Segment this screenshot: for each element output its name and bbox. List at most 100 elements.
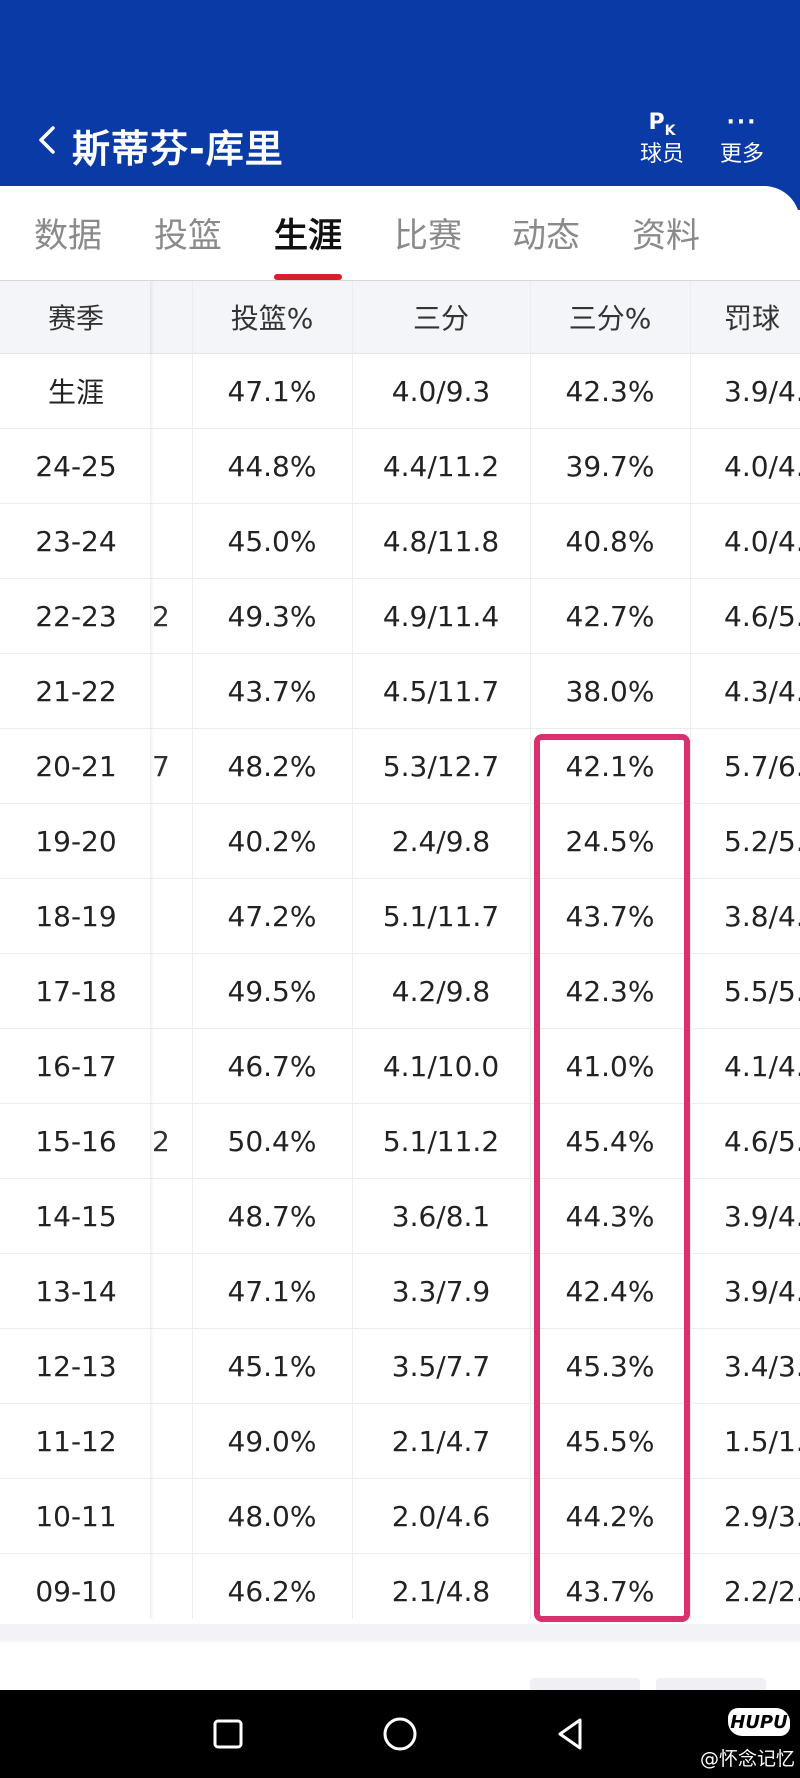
- three-pointers-cell: 5.1/11.7: [382, 899, 500, 933]
- three-pct-cell: 39.7%: [565, 449, 655, 483]
- three-pointers-cell: 5.3/12.7: [382, 749, 500, 783]
- free-throws-cell: 4.0/4.: [724, 449, 800, 483]
- tab-bar: 数据 投篮 生涯 比赛 动态 资料: [0, 186, 800, 286]
- tab-shooting[interactable]: 投篮: [154, 208, 222, 257]
- partial-cell: [152, 1554, 192, 1628]
- back-triangle-icon: [558, 1718, 582, 1750]
- fg-pct-cell: 44.8%: [227, 449, 317, 483]
- partial-cell: [152, 1479, 192, 1553]
- fg-pct-cell: 49.3%: [227, 599, 317, 633]
- season-cell: 20-21: [35, 749, 117, 783]
- three-pointers-cell: 2.4/9.8: [391, 824, 491, 858]
- pk-player-button[interactable]: PK 球员: [622, 106, 702, 176]
- fg-pct-cell: 48.2%: [227, 749, 317, 783]
- column-header-three-pct[interactable]: 三分%: [530, 281, 690, 353]
- system-back-button[interactable]: [542, 1710, 598, 1758]
- tab-games[interactable]: 比赛: [394, 208, 462, 257]
- more-button[interactable]: ··· 更多: [702, 106, 782, 176]
- three-pointers-cell: 3.6/8.1: [391, 1199, 491, 1233]
- season-cell: 19-20: [35, 824, 117, 858]
- column-header-season[interactable]: 赛季: [0, 281, 152, 353]
- hupu-logo: HUPU: [728, 1708, 790, 1736]
- three-pointers-cell: 2.1/4.8: [391, 1574, 491, 1608]
- partial-cell: [152, 654, 192, 728]
- free-throws-cell: 3.9/4.: [724, 374, 800, 408]
- partial-cell: [152, 1029, 192, 1103]
- chevron-left-icon: [39, 126, 55, 154]
- three-pct-cell: 42.3%: [565, 374, 655, 408]
- partial-cell: [152, 354, 192, 428]
- tab-data[interactable]: 数据: [34, 208, 102, 257]
- table-row[interactable]: 21-22 43.7% 4.5/11.7 38.0% 4.3/4.: [0, 654, 800, 729]
- back-button[interactable]: [36, 120, 66, 160]
- three-pointers-cell: 3.3/7.9: [391, 1274, 491, 1308]
- fg-pct-cell: 43.7%: [227, 674, 317, 708]
- column-divider: [192, 281, 193, 1619]
- table-row[interactable]: 22-23 2 49.3% 4.9/11.4 42.7% 4.6/5.: [0, 579, 800, 654]
- column-header-fg-pct[interactable]: 投篮%: [192, 281, 352, 353]
- free-throws-cell: 4.6/5.: [724, 599, 800, 633]
- section-separator: [0, 1624, 800, 1642]
- free-throws-cell: 3.9/4.: [724, 1199, 800, 1233]
- three-pointers-cell: 4.4/11.2: [382, 449, 500, 483]
- season-cell: 11-12: [35, 1424, 117, 1458]
- season-cell: 23-24: [35, 524, 117, 558]
- fg-pct-cell: 49.5%: [227, 974, 317, 1008]
- three-pct-cell: 42.7%: [565, 599, 655, 633]
- season-cell: 15-16: [35, 1124, 117, 1158]
- season-cell: 生涯: [47, 376, 104, 409]
- free-throws-cell: 1.5/1.8: [724, 1424, 800, 1458]
- tab-news[interactable]: 动态: [512, 208, 580, 257]
- table-row[interactable]: 24-25 44.8% 4.4/11.2 39.7% 4.0/4.: [0, 429, 800, 504]
- three-pointers-cell: 4.1/10.0: [382, 1049, 500, 1083]
- column-header-three-pointers[interactable]: 三分: [352, 281, 530, 353]
- season-cell: 16-17: [35, 1049, 117, 1083]
- table-header-row: 赛季 投篮% 三分 三分% 罚球: [0, 281, 800, 354]
- free-throws-cell: 4.1/4.: [724, 1049, 800, 1083]
- free-throws-cell: 3.9/4.: [724, 1274, 800, 1308]
- fg-pct-cell: 47.1%: [227, 374, 317, 408]
- season-cell: 14-15: [35, 1199, 117, 1233]
- more-label: 更多: [719, 142, 764, 167]
- free-throws-cell: 5.7/6.: [724, 749, 800, 783]
- three-pointers-cell: 2.0/4.6: [391, 1499, 491, 1533]
- season-cell: 12-13: [35, 1349, 117, 1383]
- season-cell: 17-18: [35, 974, 117, 1008]
- fg-pct-cell: 48.7%: [227, 1199, 317, 1233]
- table-row[interactable]: 23-24 45.0% 4.8/11.8 40.8% 4.0/4.: [0, 504, 800, 579]
- partial-cell: 2: [152, 1124, 170, 1158]
- partial-cell: [152, 504, 192, 578]
- pk-player-label: 球员: [639, 142, 684, 167]
- three-pointers-cell: 2.1/4.7: [391, 1424, 491, 1458]
- partial-cell: [152, 1254, 192, 1328]
- recent-apps-icon: [213, 1719, 243, 1749]
- fg-pct-cell: 46.2%: [227, 1574, 317, 1608]
- season-cell: 22-23: [35, 599, 117, 633]
- more-icon: ···: [726, 110, 758, 135]
- column-header-free-throws[interactable]: 罚球: [690, 281, 800, 353]
- three-pointers-cell: 4.2/9.8: [391, 974, 491, 1008]
- partial-cell: [152, 804, 192, 878]
- home-button[interactable]: [372, 1710, 428, 1758]
- fg-pct-cell: 46.7%: [227, 1049, 317, 1083]
- free-throws-cell: 5.2/5.: [724, 824, 800, 858]
- home-icon: [383, 1717, 417, 1751]
- free-throws-cell: 4.0/4.: [724, 524, 800, 558]
- app-header: 斯蒂芬-库里 PK 球员 ··· 更多: [0, 0, 800, 210]
- three-pct-cell: 40.8%: [565, 524, 655, 558]
- frozen-column-shadow: [150, 281, 154, 1619]
- partial-cell: [152, 954, 192, 1028]
- season-cell: 18-19: [35, 899, 117, 933]
- tab-career[interactable]: 生涯: [274, 208, 342, 257]
- table-row[interactable]: 生涯 47.1% 4.0/9.3 42.3% 3.9/4.: [0, 354, 800, 429]
- recent-apps-button[interactable]: [200, 1710, 256, 1758]
- fg-pct-cell: 45.1%: [227, 1349, 317, 1383]
- free-throws-cell: 2.2/2.: [724, 1574, 800, 1608]
- three-pointers-cell: 4.8/11.8: [382, 524, 500, 558]
- free-throws-cell: 3.4/3.: [724, 1349, 800, 1383]
- tab-profile[interactable]: 资料: [632, 208, 700, 257]
- three-pointers-cell: 5.1/11.2: [382, 1124, 500, 1158]
- partial-cell: 7: [152, 749, 170, 783]
- partial-cell: [152, 1179, 192, 1253]
- fg-pct-cell: 48.0%: [227, 1499, 317, 1533]
